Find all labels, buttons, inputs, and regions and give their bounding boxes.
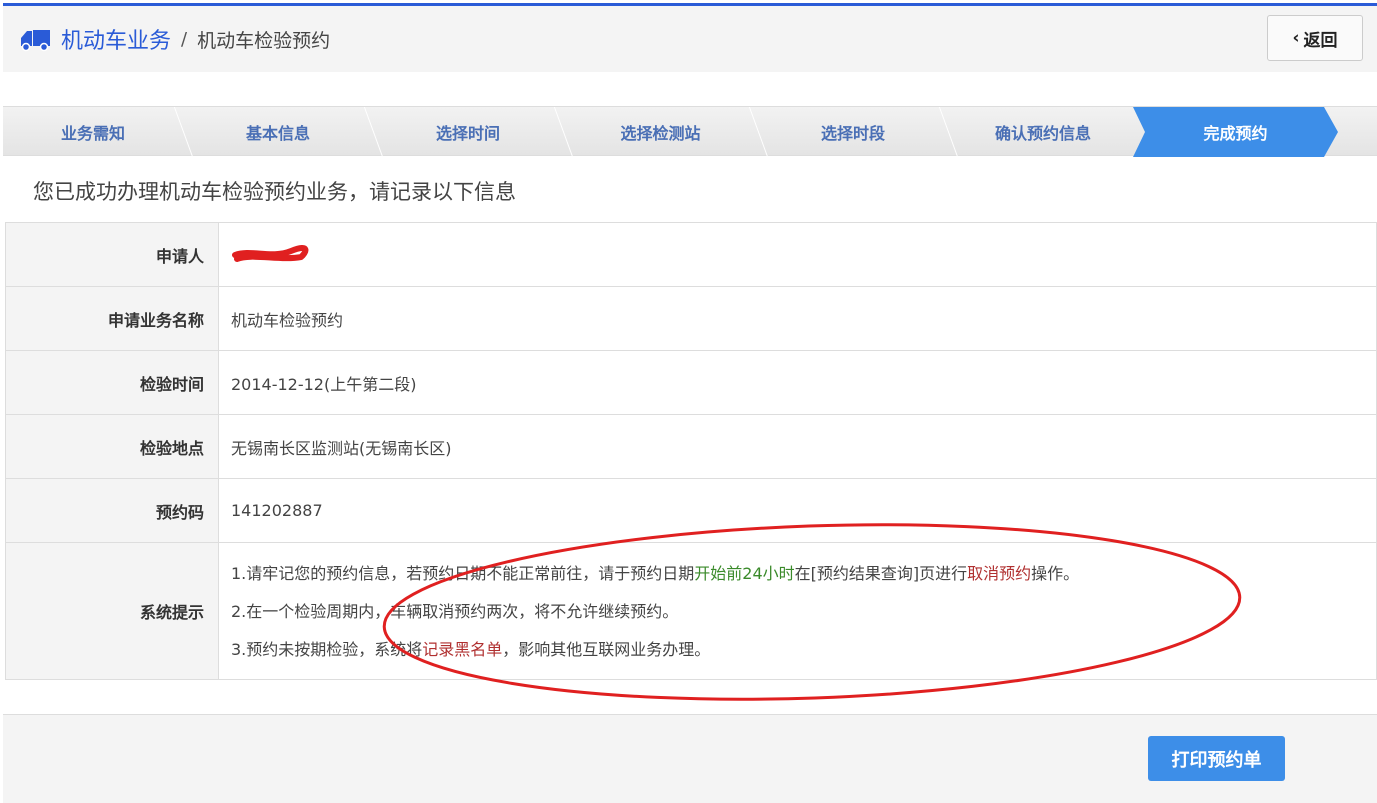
tips-content: 1.请牢记您的预约信息，若预约日期不能正常前往，请于预约日期开始前24小时在[预… <box>218 542 1377 680</box>
tip-1: 1.请牢记您的预约信息，若预约日期不能正常前往，请于预约日期开始前24小时在[预… <box>231 555 1376 593</box>
tip-2: 2.在一个检验周期内，车辆取消预约两次，将不允许继续预约。 <box>231 602 679 621</box>
success-message: 您已成功办理机动车检验预约业务，请记录以下信息 <box>33 180 516 204</box>
place-label: 检验地点 <box>5 414 219 479</box>
table-row: 申请人 <box>5 222 1377 287</box>
back-label: 返回 <box>1303 30 1338 51</box>
breadcrumb-current: 机动车检验预约 <box>197 29 331 52</box>
tip-highlight: 取消预约 <box>967 564 1032 583</box>
tip-text: 1.请牢记您的预约信息，若预约日期不能正常前往，请于预约日期 <box>231 564 695 583</box>
place-value: 无锡南长区监测站(无锡南长区) <box>218 414 1377 479</box>
code-label: 预约码 <box>5 478 219 543</box>
truck-icon <box>19 28 51 52</box>
business-value: 机动车检验预约 <box>218 286 1377 351</box>
step-basic-info: 基本信息 <box>245 124 310 143</box>
tip-text: 在[预约结果查询]页进行 <box>794 564 968 583</box>
appointment-details-table: 申请人 申请业务名称 机动车检验预约 检验时间 2014-12-12(上午第二段) … <box>5 222 1377 680</box>
chevron-left-icon: ‹ <box>1292 28 1300 48</box>
redaction-scribble <box>232 244 309 262</box>
tip-3: 3.预约未按期检验，系统将记录黑名单，影响其他互联网业务办理。 <box>231 631 1376 669</box>
tip-text: 操作。 <box>1031 564 1080 583</box>
breadcrumb-section[interactable]: 机动车业务 <box>61 23 171 55</box>
time-label: 检验时间 <box>5 350 219 415</box>
step-notice: 业务需知 <box>60 124 125 143</box>
applicant-value-redacted <box>218 222 1377 287</box>
table-row: 申请业务名称 机动车检验预约 <box>5 286 1377 351</box>
tips-label: 系统提示 <box>5 542 219 680</box>
print-button[interactable]: 打印预约单 <box>1148 736 1285 781</box>
step-complete: 完成预约 <box>1133 107 1338 157</box>
step-select-time: 选择时间 <box>435 124 500 143</box>
table-row: 检验地点 无锡南长区监测站(无锡南长区) <box>5 414 1377 479</box>
applicant-label: 申请人 <box>5 222 219 287</box>
back-button[interactable]: ‹ 返回 <box>1267 15 1363 61</box>
tip-highlight: 记录黑名单 <box>422 640 503 659</box>
step-select-station: 选择检测站 <box>620 124 701 143</box>
table-row: 检验时间 2014-12-12(上午第二段) <box>5 350 1377 415</box>
table-row: 系统提示 1.请牢记您的预约信息，若预约日期不能正常前往，请于预约日期开始前24… <box>5 542 1377 680</box>
table-row: 预约码 141202887 <box>5 478 1377 543</box>
tip-text: ，影响其他互联网业务办理。 <box>502 640 711 659</box>
page-header: 机动车业务 / 机动车检验预约 ‹ 返回 <box>3 6 1377 72</box>
breadcrumb-separator: / <box>181 28 188 50</box>
time-value: 2014-12-12(上午第二段) <box>218 350 1377 415</box>
business-label: 申请业务名称 <box>5 286 219 351</box>
tip-highlight: 开始前24小时 <box>694 564 795 583</box>
step-confirm: 确认预约信息 <box>994 124 1091 143</box>
footer-bar: 打印预约单 <box>3 714 1377 803</box>
tip-text: 3.预约未按期检验，系统将 <box>231 640 423 659</box>
step-select-period: 选择时段 <box>820 124 885 143</box>
code-value: 141202887 <box>218 478 1377 543</box>
progress-steps: 业务需知 基本信息 选择时间 选择检测站 选择时段 确认预约信息 完成预约 <box>3 106 1377 157</box>
